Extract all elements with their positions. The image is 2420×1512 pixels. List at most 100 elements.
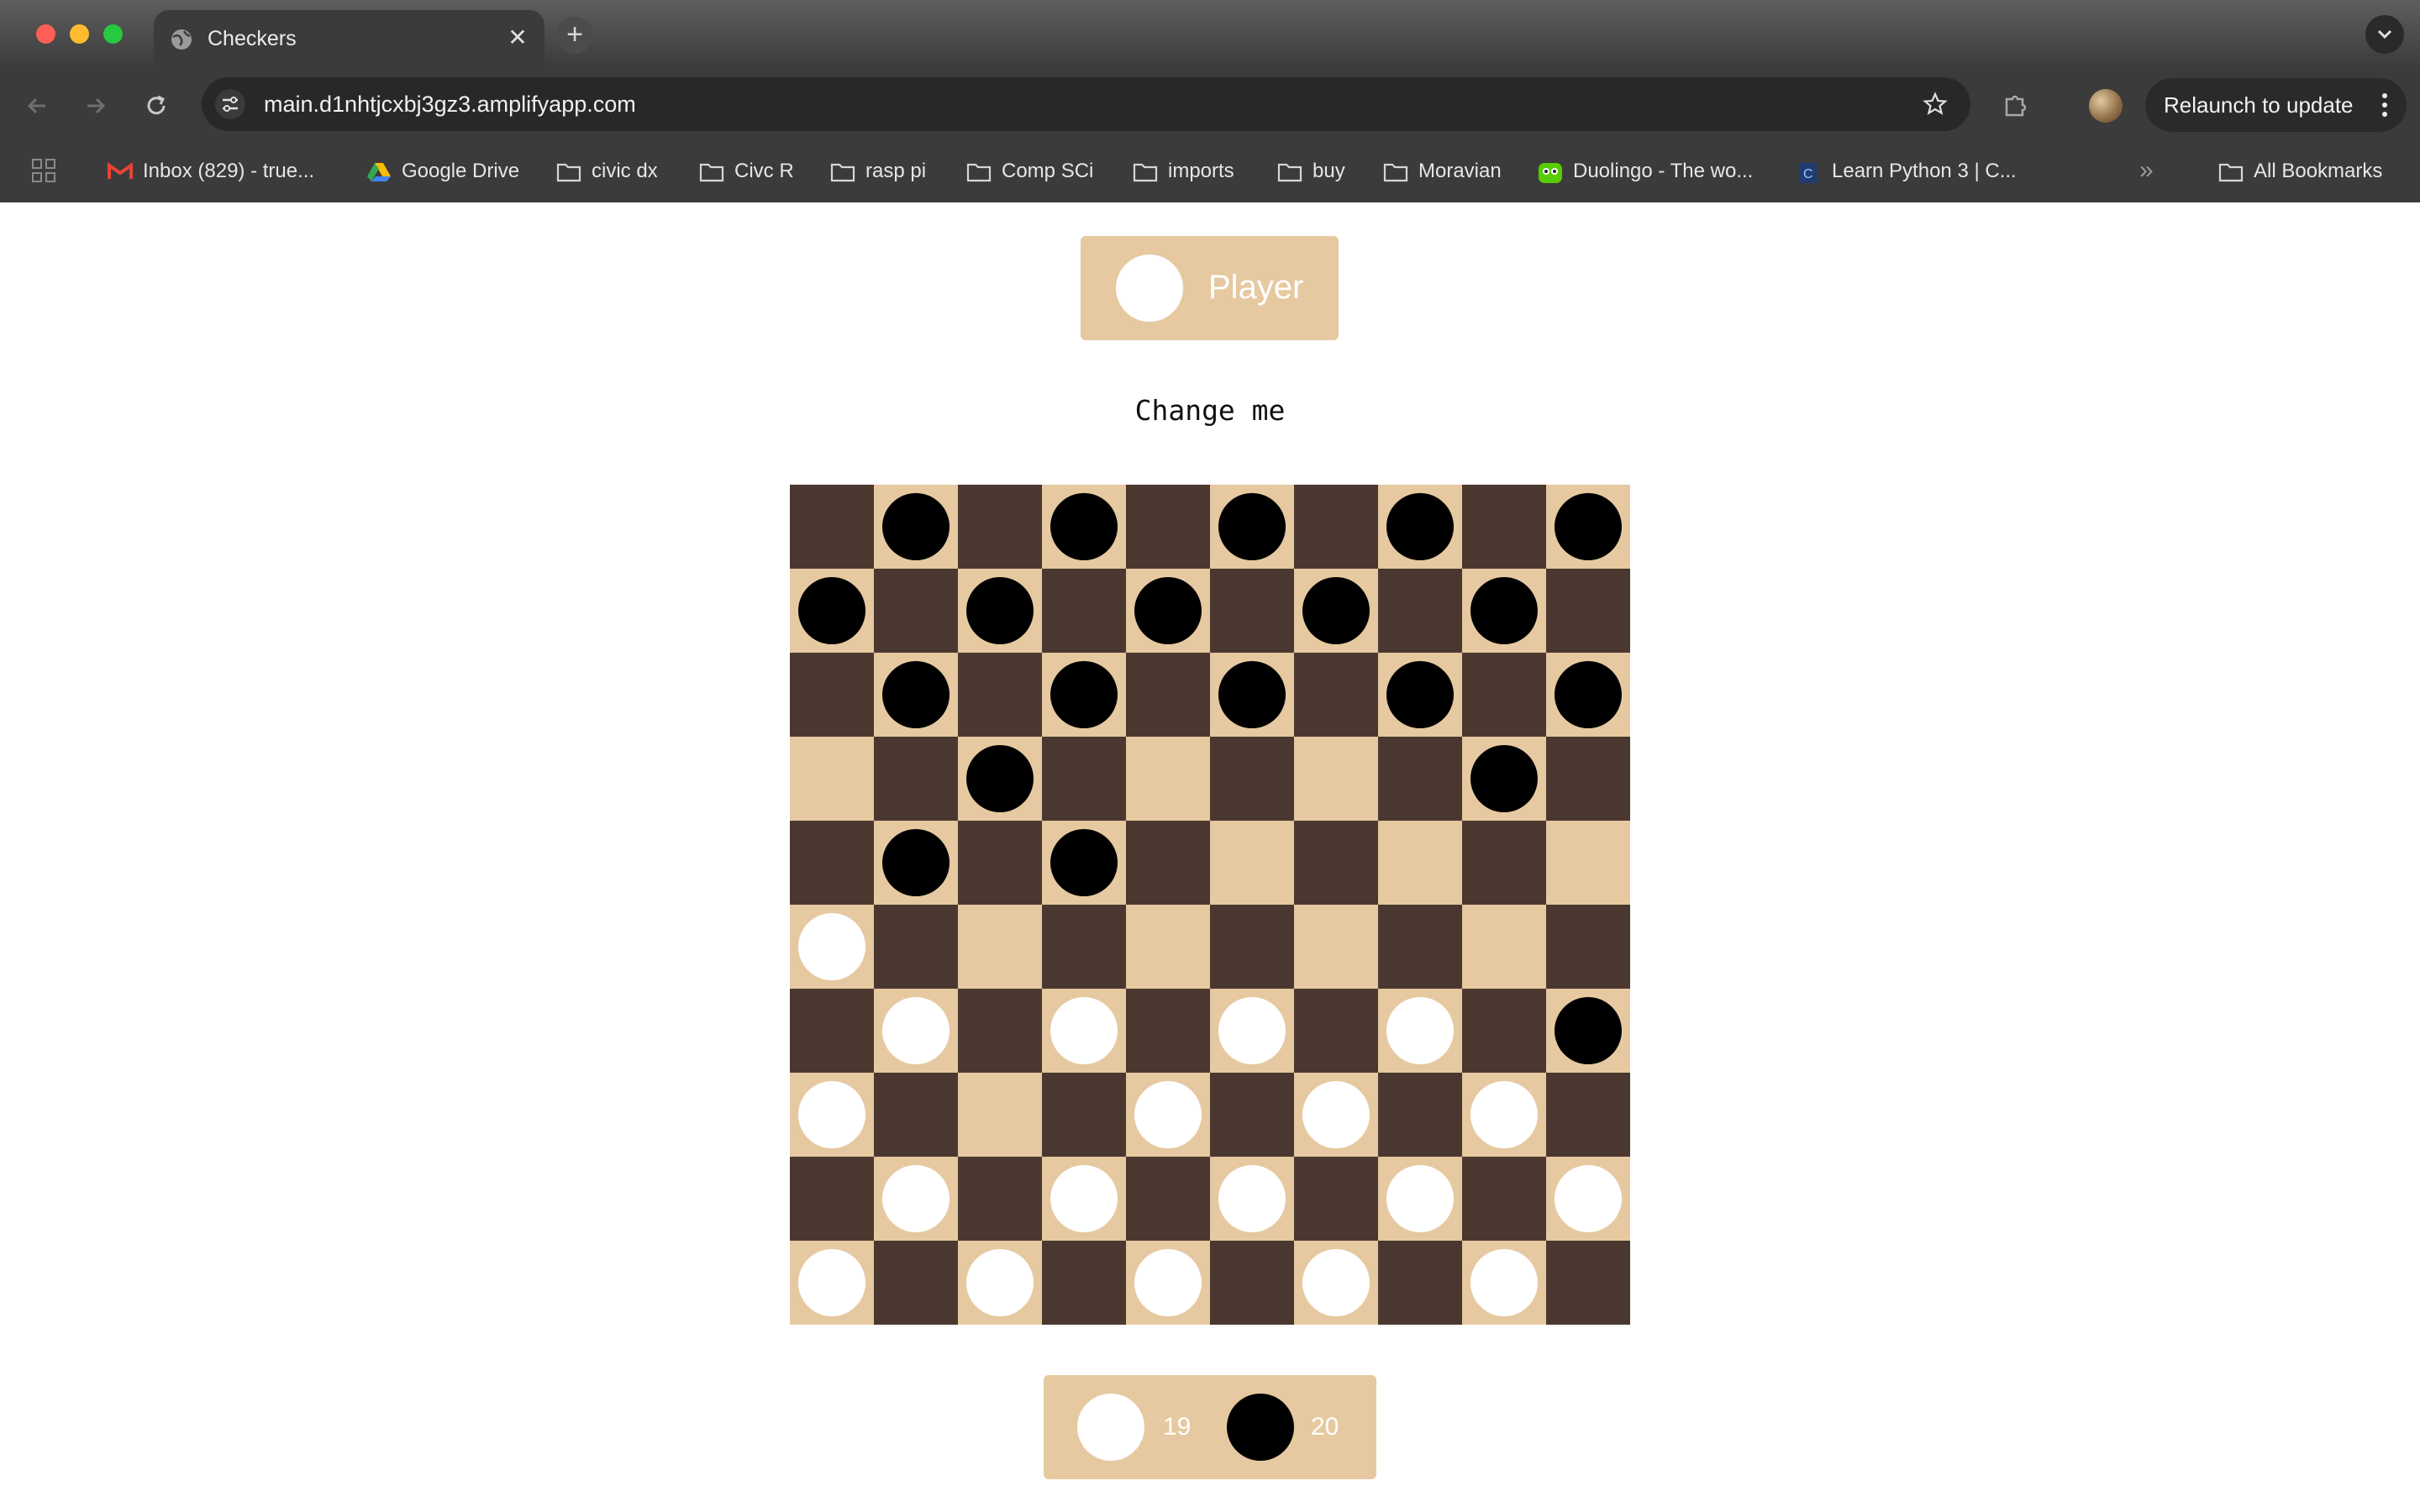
board-square-r2-c4[interactable] — [1042, 569, 1126, 653]
white-piece[interactable] — [1470, 1249, 1538, 1316]
board-square-r9-c4[interactable] — [1042, 1157, 1126, 1241]
window-maximize-button[interactable] — [103, 24, 123, 44]
board-square-r10-c9[interactable] — [1462, 1241, 1546, 1325]
bookmark-google-drive[interactable]: Google Drive — [366, 155, 534, 188]
board-square-r8-c10[interactable] — [1546, 1073, 1630, 1157]
board-square-r8-c6[interactable] — [1210, 1073, 1294, 1157]
board-square-r10-c7[interactable] — [1294, 1241, 1378, 1325]
board-square-r9-c2[interactable] — [874, 1157, 958, 1241]
white-piece[interactable] — [798, 1081, 865, 1148]
board-square-r5-c10[interactable] — [1546, 821, 1630, 905]
board-square-r9-c9[interactable] — [1462, 1157, 1546, 1241]
board-square-r9-c8[interactable] — [1378, 1157, 1462, 1241]
board-square-r7-c3[interactable] — [958, 989, 1042, 1073]
bookmark-folder-moravian[interactable]: Moravian — [1383, 155, 1526, 188]
board-square-r7-c7[interactable] — [1294, 989, 1378, 1073]
board-square-r5-c8[interactable] — [1378, 821, 1462, 905]
board-square-r7-c8[interactable] — [1378, 989, 1462, 1073]
board-square-r2-c9[interactable] — [1462, 569, 1546, 653]
board-square-r4-c2[interactable] — [874, 737, 958, 821]
board-square-r6-c8[interactable] — [1378, 905, 1462, 989]
white-piece[interactable] — [1218, 997, 1286, 1064]
board-square-r6-c4[interactable] — [1042, 905, 1126, 989]
board-square-r9-c5[interactable] — [1126, 1157, 1210, 1241]
extensions-puzzle-icon[interactable] — [2000, 91, 2030, 121]
black-piece[interactable] — [882, 829, 950, 896]
board-square-r6-c9[interactable] — [1462, 905, 1546, 989]
white-piece[interactable] — [798, 1249, 865, 1316]
board-square-r10-c1[interactable] — [790, 1241, 874, 1325]
tab-search-button[interactable] — [2365, 15, 2404, 54]
tab-close-icon[interactable]: ✕ — [502, 23, 533, 53]
board-square-r1-c7[interactable] — [1294, 485, 1378, 569]
bookmark-folder-imports[interactable]: imports — [1133, 155, 1250, 188]
white-piece[interactable] — [1386, 997, 1454, 1064]
more-bookmarks-chevron-icon[interactable]: » — [2139, 155, 2166, 186]
board-square-r9-c7[interactable] — [1294, 1157, 1378, 1241]
board-square-r8-c5[interactable] — [1126, 1073, 1210, 1157]
bookmark-duolingo[interactable]: Duolingo - The wo... — [1538, 155, 1781, 188]
black-piece[interactable] — [1050, 829, 1118, 896]
board-square-r7-c2[interactable] — [874, 989, 958, 1073]
black-piece[interactable] — [966, 745, 1034, 812]
board-square-r5-c5[interactable] — [1126, 821, 1210, 905]
bookmark-codecademy[interactable]: C Learn Python 3 | C... — [1797, 155, 2049, 188]
url-text[interactable]: main.d1nhtjcxbj3gz3.amplifyapp.com — [264, 91, 636, 118]
bookmark-gmail[interactable]: Inbox (829) - true... — [108, 155, 334, 188]
apps-grid-icon[interactable] — [30, 157, 57, 184]
board-square-r5-c7[interactable] — [1294, 821, 1378, 905]
black-piece[interactable] — [1386, 661, 1454, 728]
reload-icon[interactable] — [139, 89, 173, 123]
white-piece[interactable] — [1134, 1249, 1202, 1316]
board-square-r2-c8[interactable] — [1378, 569, 1462, 653]
black-piece[interactable] — [798, 577, 865, 644]
black-piece[interactable] — [1555, 661, 1622, 728]
board-square-r4-c9[interactable] — [1462, 737, 1546, 821]
board-square-r10-c5[interactable] — [1126, 1241, 1210, 1325]
white-piece[interactable] — [882, 1165, 950, 1232]
window-minimize-button[interactable] — [70, 24, 89, 44]
bookmark-folder-rasp-pi[interactable]: rasp pi — [830, 155, 939, 188]
board-square-r7-c1[interactable] — [790, 989, 874, 1073]
board-square-r10-c2[interactable] — [874, 1241, 958, 1325]
board-square-r2-c6[interactable] — [1210, 569, 1294, 653]
white-piece[interactable] — [966, 1249, 1034, 1316]
board-square-r8-c8[interactable] — [1378, 1073, 1462, 1157]
bookmark-star-icon[interactable] — [1922, 91, 1949, 118]
board-square-r6-c6[interactable] — [1210, 905, 1294, 989]
board-square-r1-c2[interactable] — [874, 485, 958, 569]
board-square-r4-c1[interactable] — [790, 737, 874, 821]
board-square-r9-c10[interactable] — [1546, 1157, 1630, 1241]
board-square-r8-c9[interactable] — [1462, 1073, 1546, 1157]
black-piece[interactable] — [1134, 577, 1202, 644]
black-piece[interactable] — [1386, 493, 1454, 560]
board-square-r5-c1[interactable] — [790, 821, 874, 905]
bookmark-folder-buy[interactable]: buy — [1277, 155, 1361, 188]
board-square-r5-c9[interactable] — [1462, 821, 1546, 905]
board-square-r2-c10[interactable] — [1546, 569, 1630, 653]
board-square-r4-c3[interactable] — [958, 737, 1042, 821]
board-square-r4-c6[interactable] — [1210, 737, 1294, 821]
board-square-r5-c4[interactable] — [1042, 821, 1126, 905]
board-square-r8-c1[interactable] — [790, 1073, 874, 1157]
white-piece[interactable] — [1386, 1165, 1454, 1232]
black-piece[interactable] — [1050, 493, 1118, 560]
board-square-r1-c10[interactable] — [1546, 485, 1630, 569]
board-square-r6-c2[interactable] — [874, 905, 958, 989]
board-square-r4-c10[interactable] — [1546, 737, 1630, 821]
white-piece[interactable] — [1302, 1249, 1370, 1316]
board-square-r3-c5[interactable] — [1126, 653, 1210, 737]
board-square-r9-c1[interactable] — [790, 1157, 874, 1241]
white-piece[interactable] — [1050, 997, 1118, 1064]
board-square-r5-c2[interactable] — [874, 821, 958, 905]
black-piece[interactable] — [882, 493, 950, 560]
white-piece[interactable] — [1470, 1081, 1538, 1148]
board-square-r10-c4[interactable] — [1042, 1241, 1126, 1325]
board-square-r5-c3[interactable] — [958, 821, 1042, 905]
board-square-r3-c4[interactable] — [1042, 653, 1126, 737]
board-square-r4-c5[interactable] — [1126, 737, 1210, 821]
white-piece[interactable] — [1050, 1165, 1118, 1232]
board-square-r5-c6[interactable] — [1210, 821, 1294, 905]
board-square-r6-c3[interactable] — [958, 905, 1042, 989]
white-piece[interactable] — [1218, 1165, 1286, 1232]
